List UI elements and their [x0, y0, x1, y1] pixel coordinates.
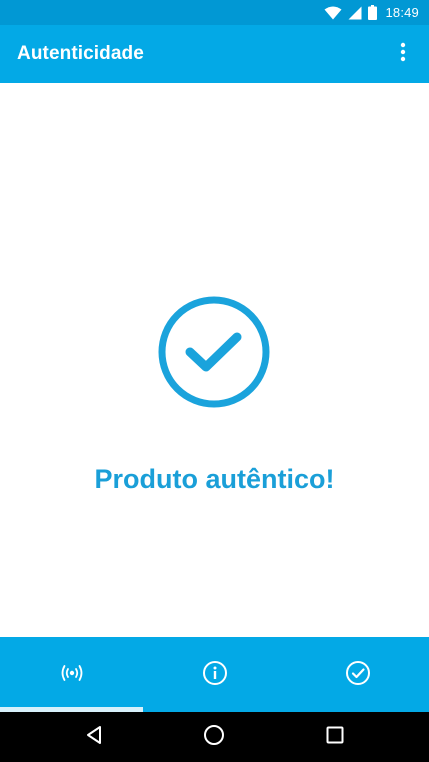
screen: 18:49 Autenticidade Produto autêntico!	[0, 0, 429, 762]
wifi-icon	[324, 6, 342, 20]
result-message: Produto autêntico!	[94, 464, 335, 494]
app-bar: Autenticidade	[0, 25, 429, 83]
main-content: Produto autêntico!	[0, 83, 429, 637]
recents-button[interactable]	[313, 715, 357, 759]
overflow-menu-button[interactable]	[391, 34, 415, 74]
bottom-nav	[0, 637, 429, 712]
battery-icon	[368, 5, 378, 20]
home-icon	[203, 724, 225, 750]
system-nav-bar	[0, 712, 429, 762]
back-icon	[85, 725, 103, 749]
tab-scan[interactable]	[0, 637, 143, 712]
back-button[interactable]	[72, 715, 116, 759]
check-circle-icon	[345, 660, 371, 690]
status-time: 18:49	[385, 5, 419, 20]
nfc-scan-icon	[58, 663, 86, 687]
more-vert-icon	[400, 42, 406, 66]
signal-icon	[348, 6, 362, 20]
status-bar: 18:49	[0, 0, 429, 25]
info-icon	[202, 660, 228, 690]
tab-verify[interactable]	[286, 637, 429, 712]
tab-info[interactable]	[143, 637, 286, 712]
home-button[interactable]	[192, 715, 236, 759]
app-title: Autenticidade	[17, 43, 144, 64]
check-circle-icon	[157, 295, 271, 409]
recents-icon	[326, 726, 344, 748]
